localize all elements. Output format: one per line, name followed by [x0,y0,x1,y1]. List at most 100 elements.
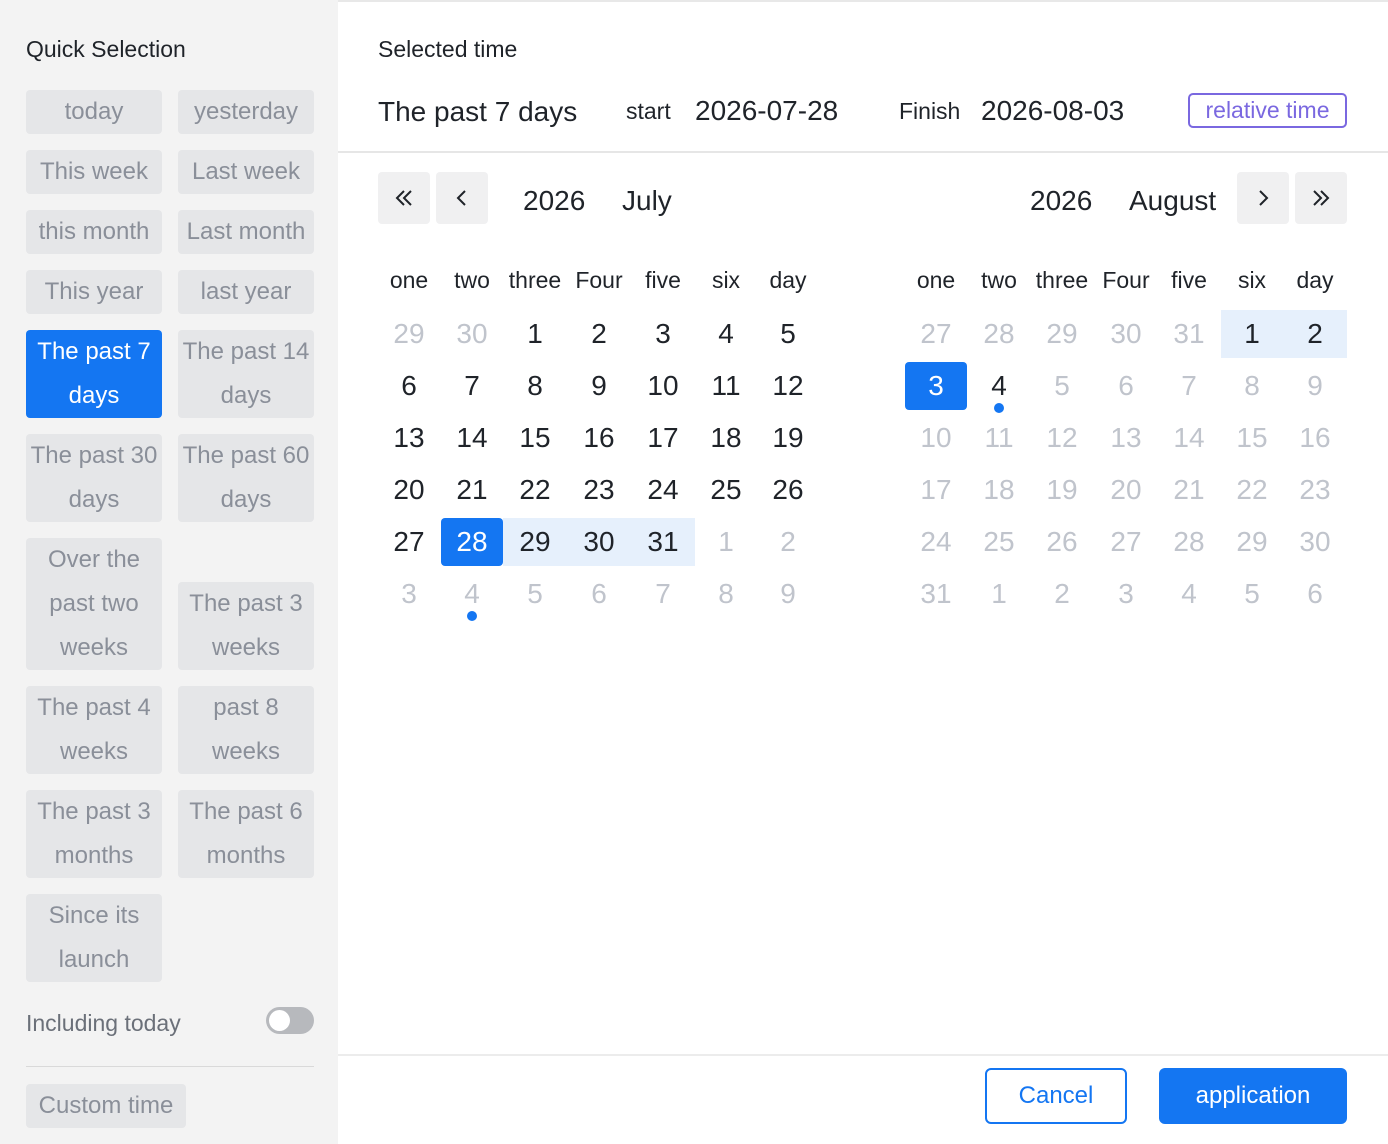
next-month-button[interactable] [1237,172,1289,224]
left-calendar-day[interactable]: 31 [631,518,695,566]
quick-option-button[interactable]: Since its launch [26,894,162,982]
right-calendar-day[interactable]: 2 [1283,310,1347,358]
left-calendar-day[interactable]: 18 [694,414,758,462]
quick-option-button[interactable]: today [26,90,162,134]
right-calendar-day[interactable]: 5 [1220,570,1284,618]
right-calendar-day[interactable]: 20 [1094,466,1158,514]
right-calendar-day[interactable]: 26 [1030,518,1094,566]
left-calendar-day[interactable]: 28 [440,518,504,566]
relative-time-button[interactable]: relative time [1188,93,1347,128]
quick-option-button[interactable]: this month [26,210,162,254]
left-calendar-day[interactable]: 16 [567,414,631,462]
quick-option-button[interactable]: Over the past two weeks [26,538,162,670]
right-calendar-day[interactable]: 3 [1094,570,1158,618]
left-calendar-day[interactable]: 12 [756,362,820,410]
right-calendar-day[interactable]: 6 [1094,362,1158,410]
cancel-button[interactable]: Cancel [985,1068,1127,1124]
right-calendar-day[interactable]: 4 [1157,570,1221,618]
left-calendar-day[interactable]: 21 [440,466,504,514]
right-calendar-day[interactable]: 28 [1157,518,1221,566]
right-calendar-day[interactable]: 8 [1220,362,1284,410]
right-calendar-day[interactable]: 21 [1157,466,1221,514]
right-calendar-day[interactable]: 6 [1283,570,1347,618]
right-calendar-day[interactable]: 29 [1220,518,1284,566]
right-calendar-day[interactable]: 10 [904,414,968,462]
left-calendar-day[interactable]: 19 [756,414,820,462]
left-calendar-day[interactable]: 29 [377,310,441,358]
quick-option-button[interactable]: The past 3 weeks [178,582,314,670]
left-calendar-day[interactable]: 8 [694,570,758,618]
right-calendar-day[interactable]: 1 [1220,310,1284,358]
right-calendar-year[interactable]: 2026 [1030,184,1092,218]
left-calendar-day[interactable]: 30 [567,518,631,566]
quick-option-button[interactable]: The past 4 weeks [26,686,162,774]
quick-option-button[interactable]: Last month [178,210,314,254]
right-calendar-day[interactable]: 31 [1157,310,1221,358]
left-calendar-day[interactable]: 2 [567,310,631,358]
left-calendar-day[interactable]: 5 [756,310,820,358]
right-calendar-day[interactable]: 25 [967,518,1031,566]
right-calendar-day[interactable]: 13 [1094,414,1158,462]
left-calendar-day[interactable]: 14 [440,414,504,462]
quick-option-button[interactable]: The past 3 months [26,790,162,878]
left-calendar-day[interactable]: 26 [756,466,820,514]
left-calendar-day[interactable]: 22 [503,466,567,514]
left-calendar-day[interactable]: 2 [756,518,820,566]
quick-option-button[interactable]: This year [26,270,162,314]
left-calendar-year[interactable]: 2026 [523,184,585,218]
left-calendar-day[interactable]: 23 [567,466,631,514]
left-calendar-day[interactable]: 9 [567,362,631,410]
left-calendar-day[interactable]: 13 [377,414,441,462]
left-calendar-day[interactable]: 29 [503,518,567,566]
quick-option-button[interactable]: This week [26,150,162,194]
prev-month-button[interactable] [436,172,488,224]
quick-option-button[interactable]: The past 14 days [178,330,314,418]
right-calendar-day[interactable]: 7 [1157,362,1221,410]
right-calendar-day[interactable]: 30 [1283,518,1347,566]
right-calendar-day[interactable]: 27 [1094,518,1158,566]
left-calendar-day[interactable]: 7 [440,362,504,410]
quick-option-button[interactable]: last year [178,270,314,314]
left-calendar-day[interactable]: 7 [631,570,695,618]
quick-option-button[interactable]: The past 7 days [26,330,162,418]
right-calendar-day[interactable]: 11 [967,414,1031,462]
left-calendar-day[interactable]: 6 [377,362,441,410]
right-calendar-day[interactable]: 14 [1157,414,1221,462]
right-calendar-day[interactable]: 28 [967,310,1031,358]
left-calendar-day[interactable]: 25 [694,466,758,514]
including-today-toggle[interactable] [266,1007,314,1034]
right-calendar-day[interactable]: 5 [1030,362,1094,410]
right-calendar-day[interactable]: 22 [1220,466,1284,514]
right-calendar-day[interactable]: 3 [904,362,968,410]
right-calendar-day[interactable]: 24 [904,518,968,566]
left-calendar-day[interactable]: 4 [694,310,758,358]
left-calendar-day[interactable]: 6 [567,570,631,618]
right-calendar-day[interactable]: 15 [1220,414,1284,462]
right-calendar-day[interactable]: 1 [967,570,1031,618]
left-calendar-day[interactable]: 11 [694,362,758,410]
quick-option-button[interactable]: The past 60 days [178,434,314,522]
left-calendar-day[interactable]: 5 [503,570,567,618]
quick-option-button[interactable]: The past 6 months [178,790,314,878]
apply-button[interactable]: application [1159,1068,1347,1124]
left-calendar-day[interactable]: 8 [503,362,567,410]
left-calendar-day[interactable]: 27 [377,518,441,566]
right-calendar-day[interactable]: 31 [904,570,968,618]
right-calendar-day[interactable]: 17 [904,466,968,514]
quick-option-button[interactable]: Last week [178,150,314,194]
right-calendar-day[interactable]: 18 [967,466,1031,514]
right-calendar-day[interactable]: 19 [1030,466,1094,514]
left-calendar-day[interactable]: 1 [503,310,567,358]
left-calendar-month[interactable]: July [622,184,672,218]
right-calendar-day[interactable]: 16 [1283,414,1347,462]
left-calendar-day[interactable]: 20 [377,466,441,514]
right-calendar-month[interactable]: August [1129,184,1216,218]
right-calendar-day[interactable]: 23 [1283,466,1347,514]
left-calendar-day[interactable]: 9 [756,570,820,618]
left-calendar-day[interactable]: 10 [631,362,695,410]
prev-year-button[interactable] [378,172,430,224]
right-calendar-day[interactable]: 27 [904,310,968,358]
left-calendar-day[interactable]: 3 [377,570,441,618]
next-year-button[interactable] [1295,172,1347,224]
left-calendar-day[interactable]: 15 [503,414,567,462]
